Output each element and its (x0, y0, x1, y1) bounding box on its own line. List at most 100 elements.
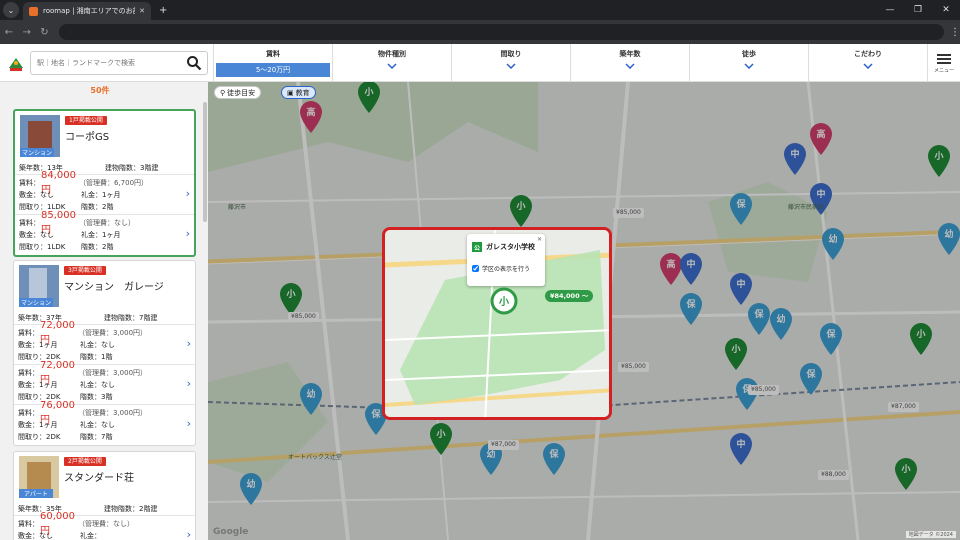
chevron-right-icon[interactable]: › (187, 377, 191, 390)
unit-row[interactable]: 賃料： 84,000円 （管理費：6,700円） 敷金：なし 礼金：1ヶ月 間取り：1… (15, 170, 194, 215)
selected-school-marker[interactable]: 小 (490, 287, 518, 319)
listing-badge: 1戸掲載公開 (65, 116, 107, 125)
rent-label: 賃料： (18, 520, 39, 528)
property-card[interactable]: マンション 1戸掲載公開 コーポGS 築年数：13年 建物階数：3階建 賃料： 8… (13, 109, 196, 257)
unit-row[interactable]: 賃料： 76,000円 （管理費：3,000円） 敷金：1ヶ月 礼金：なし 間取り：2… (14, 400, 195, 445)
unit-row[interactable]: 賃料： 72,000円 （管理費：3,000円） 敷金：1ヶ月 礼金：なし 間取り：2… (14, 320, 195, 365)
control-label: 教育 (295, 88, 310, 97)
logo-icon[interactable] (4, 52, 28, 76)
key-money: 礼金：なし (80, 421, 115, 429)
list-scrollbar[interactable] (203, 102, 207, 222)
browser-tab[interactable]: roomap | 湘南エリアでのお部屋探 ✕ (23, 2, 151, 20)
school-type-icon: 公 (472, 242, 482, 252)
browser-menu-icon[interactable]: ⋮ (950, 27, 960, 38)
filter-label: 徒歩 (742, 50, 756, 58)
building-floors: 建物階数：3階建 (105, 163, 159, 172)
unit-row[interactable]: 賃料： 72,000円 （管理費：3,000円） 敷金：1ヶ月 礼金：なし 間取り：2… (14, 360, 195, 405)
filter-bar: 賃料 5～20万円 物件種別 間取り 築年数 徒歩 こだわり (213, 44, 927, 82)
filter-label: こだわり (854, 50, 882, 58)
back-icon[interactable]: ← (0, 27, 18, 38)
filter-rent[interactable]: 賃料 5～20万円 (213, 44, 332, 82)
new-tab-button[interactable]: + (159, 5, 167, 16)
chevron-right-icon[interactable]: › (186, 187, 190, 200)
layout: 間取り：2DK (18, 433, 61, 441)
property-name[interactable]: マンション ガレージ (64, 278, 164, 293)
search-icon[interactable] (186, 55, 202, 71)
browser-tabbar: ⌄ roomap | 湘南エリアでのお部屋探 ✕ + — ❐ ✕ (0, 0, 960, 20)
window-controls: — ❐ ✕ (876, 0, 960, 20)
chevron-right-icon[interactable]: › (187, 337, 191, 350)
favicon-icon (29, 6, 38, 16)
filter-layout[interactable]: 間取り (451, 44, 570, 82)
minimize-button[interactable]: — (876, 0, 904, 20)
building-floors: 建物階数：2階建 (104, 504, 158, 513)
property-name[interactable]: スタンダード荘 (64, 469, 134, 484)
filter-property-type[interactable]: 物件種別 (332, 44, 451, 82)
management-fee: （管理費：3,000円） (78, 329, 148, 337)
deposit: 敷金：1ヶ月 (18, 421, 58, 429)
school-icon: ▣ (287, 88, 294, 97)
property-card[interactable]: アパート 2戸掲載公開 スタンダード荘 築年数：35年 建物階数：2階建 賃料：… (13, 451, 196, 540)
property-card[interactable]: マンション 3戸掲載公開 マンション ガレージ 築年数：37年 建物階数：7階建… (13, 260, 196, 446)
property-kind-badge: マンション (19, 298, 53, 307)
app-header: 賃料 5～20万円 物件種別 間取り 築年数 徒歩 こだわり メニュー (0, 44, 960, 82)
key-money: 礼金：なし (80, 381, 115, 389)
property-name[interactable]: コーポGS (65, 128, 109, 143)
deposit: 敷金：なし (19, 191, 54, 199)
filter-label: 物件種別 (378, 50, 406, 58)
walk-guide-toggle[interactable]: ⚲ 徒歩目安 (214, 86, 262, 99)
tab-title: roomap | 湘南エリアでのお部屋探 (43, 7, 135, 15)
reload-icon[interactable]: ↻ (36, 27, 54, 38)
filter-building-age[interactable]: 築年数 (570, 44, 689, 82)
chevron-right-icon[interactable]: › (187, 528, 191, 540)
filter-preferences[interactable]: こだわり (808, 44, 927, 82)
property-photo[interactable]: マンション (20, 115, 60, 157)
selected-price-tag[interactable]: ¥84,000 ～ (545, 290, 594, 302)
listing-badge: 3戸掲載公開 (64, 266, 106, 275)
map-area[interactable]: 高小高中中保小小高中保保幼幼保小小保保小幼保中小幼幼保幼小中¥88,000¥85… (208, 82, 960, 540)
unit-row[interactable]: 賃料： 85,000円 （管理費：なし） 敷金：なし 礼金：1ヶ月 間取り：1LDK 階… (15, 210, 194, 255)
filter-label: 間取り (500, 50, 522, 58)
close-window-button[interactable]: ✕ (932, 0, 960, 20)
floor: 階数：2階 (81, 203, 114, 211)
property-photo[interactable]: マンション (19, 265, 59, 307)
filter-label: 賃料 (266, 50, 280, 58)
menu-button[interactable]: メニュー (927, 44, 960, 82)
unit-row[interactable]: 賃料： 60,000円 （管理費：なし） 敷金：なし 礼金： › (14, 511, 195, 540)
chevron-right-icon[interactable]: › (186, 227, 190, 240)
deposit: 敷金：1ヶ月 (18, 341, 58, 349)
district-checkbox[interactable] (472, 265, 479, 272)
education-toggle[interactable]: ▣ 教育 (281, 86, 316, 99)
deposit: 敷金：なし (18, 532, 53, 540)
chevron-right-icon[interactable]: › (187, 417, 191, 430)
forward-icon[interactable]: → (18, 27, 36, 38)
rent-label: 賃料： (18, 409, 39, 417)
property-photo[interactable]: アパート (19, 456, 59, 498)
tab-search-button[interactable]: ⌄ (3, 2, 19, 18)
school-district-checkbox[interactable]: 学区の表示を行う (472, 264, 530, 273)
layout: 間取り：1LDK (19, 243, 66, 251)
rent-label: 賃料： (19, 179, 40, 187)
property-list: 50件 マンション 1戸掲載公開 コーポGS 築年数：13年 建物階数：3階建 … (0, 82, 208, 540)
search-box[interactable] (30, 51, 208, 75)
tab-close-icon[interactable]: ✕ (139, 7, 145, 15)
floor: 階数：2階 (81, 243, 114, 251)
management-fee: （管理費：なし） (78, 520, 134, 528)
property-kind-badge: マンション (20, 148, 54, 157)
building-floors: 建物階数：7階建 (104, 313, 158, 322)
property-kind-badge: アパート (19, 489, 53, 498)
chevron-down-icon (387, 63, 397, 69)
url-field[interactable] (59, 24, 945, 40)
maximize-button[interactable]: ❐ (904, 0, 932, 20)
search-input[interactable] (37, 59, 177, 67)
google-logo: Google (213, 527, 249, 537)
rent-label: 賃料： (18, 329, 39, 337)
result-count: 50件 (90, 86, 110, 95)
hamburger-icon (937, 52, 951, 66)
filter-rent-value[interactable]: 5～20万円 (216, 63, 330, 77)
highlighted-school-area[interactable]: ✕ 公ガレスタ小学校 学区の表示を行う ¥84,000 ～ 小 (382, 227, 612, 420)
close-icon[interactable]: ✕ (537, 236, 542, 243)
management-fee: （管理費：3,000円） (78, 409, 148, 417)
menu-label: メニュー (933, 68, 954, 74)
filter-walk[interactable]: 徒歩 (689, 44, 808, 82)
